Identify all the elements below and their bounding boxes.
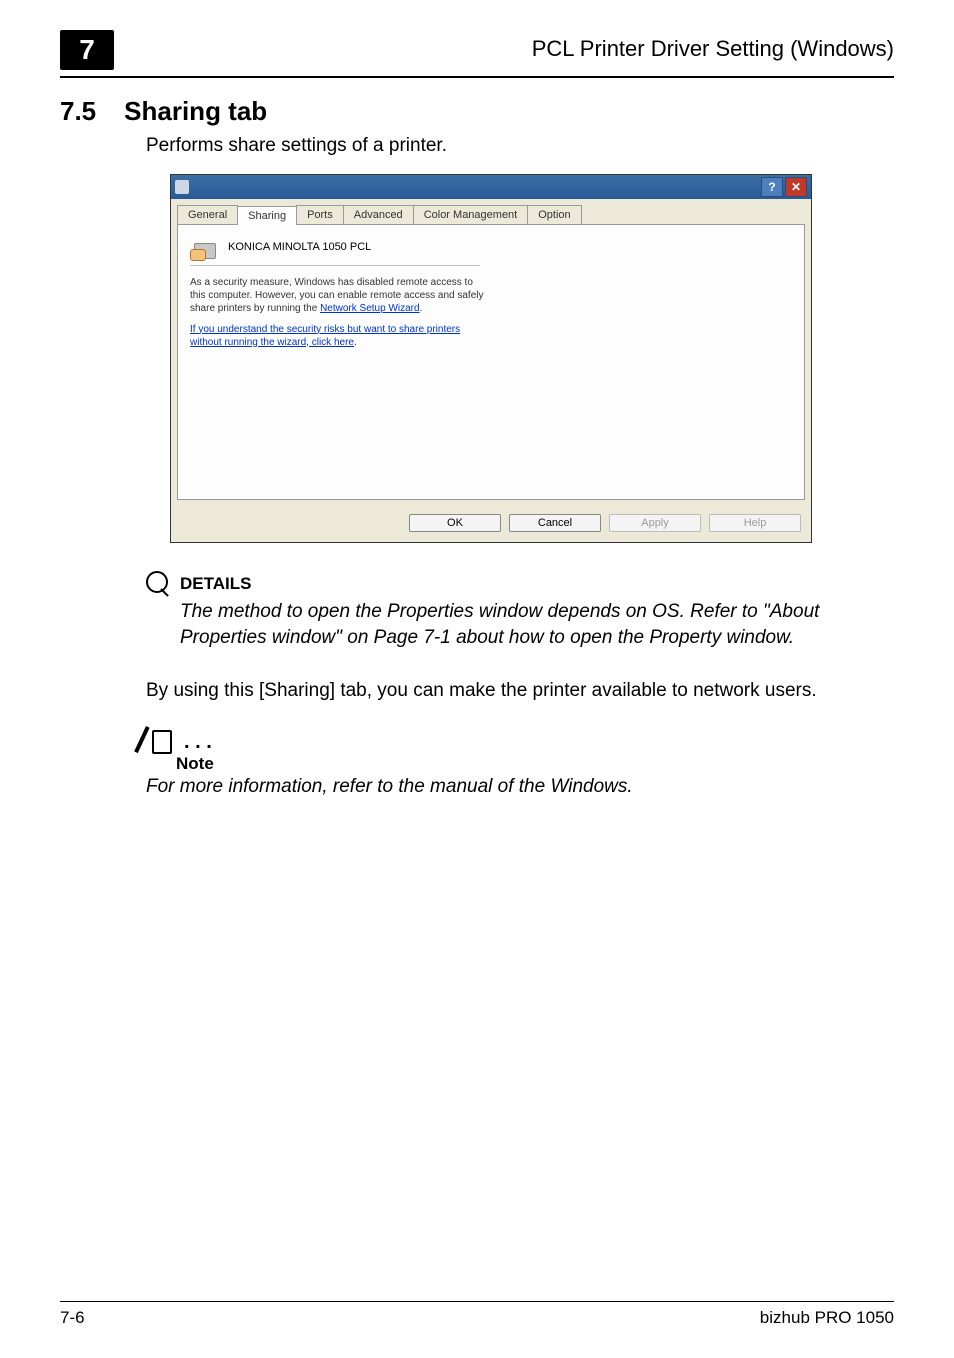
security-message-suffix: . <box>420 303 423 314</box>
details-body: The method to open the Properties window… <box>180 599 894 652</box>
printer-name-label: KONICA MINOLTA 1050 PCL <box>228 241 371 253</box>
header-title: PCL Printer Driver Setting (Windows) <box>532 36 894 62</box>
tab-ports[interactable]: Ports <box>296 205 344 224</box>
tab-advanced[interactable]: Advanced <box>343 205 414 224</box>
help-button: Help <box>709 514 801 532</box>
tab-strip: General Sharing Ports Advanced Color Man… <box>171 199 811 224</box>
security-message: As a security measure, Windows has disab… <box>190 276 490 315</box>
network-setup-wizard-link[interactable]: Network Setup Wizard <box>320 303 419 314</box>
tab-option[interactable]: Option <box>527 205 581 224</box>
footer-rule <box>60 1301 894 1302</box>
share-without-wizard-link[interactable]: If you understand the security risks but… <box>190 324 460 348</box>
note-body: For more information, refer to the manua… <box>146 776 894 798</box>
header-rule <box>60 76 894 78</box>
page-number: 7-6 <box>60 1308 85 1328</box>
panel-divider <box>190 265 480 266</box>
sharing-tab-panel: KONICA MINOLTA 1050 PCL As a security me… <box>177 224 805 500</box>
tab-color-management[interactable]: Color Management <box>413 205 529 224</box>
apply-button: Apply <box>609 514 701 532</box>
section-number: 7.5 <box>60 96 96 127</box>
section-title: Sharing tab <box>124 96 267 127</box>
dialog-button-row: OK Cancel Apply Help <box>171 506 811 542</box>
tab-sharing[interactable]: Sharing <box>237 206 297 225</box>
tab-general[interactable]: General <box>177 205 238 224</box>
magnifier-icon <box>146 571 172 597</box>
titlebar-printer-icon <box>175 180 189 194</box>
section-intro: Performs share settings of a printer. <box>146 133 894 160</box>
ok-button[interactable]: OK <box>409 514 501 532</box>
dialog-titlebar: ? ✕ <box>171 175 811 199</box>
note-label: Note <box>176 754 894 774</box>
cancel-button[interactable]: Cancel <box>509 514 601 532</box>
note-icon <box>146 726 176 756</box>
properties-dialog: ? ✕ General Sharing Ports Advanced Color… <box>170 174 812 543</box>
titlebar-help-button[interactable]: ? <box>761 177 783 197</box>
chapter-number: 7 <box>60 30 114 70</box>
product-name: bizhub PRO 1050 <box>760 1308 894 1328</box>
note-dots: . . . <box>184 731 212 754</box>
printer-share-icon <box>190 235 218 259</box>
titlebar-close-button[interactable]: ✕ <box>785 177 807 197</box>
body-paragraph: By using this [Sharing] tab, you can mak… <box>146 678 894 705</box>
details-heading: DETAILS <box>180 574 251 594</box>
